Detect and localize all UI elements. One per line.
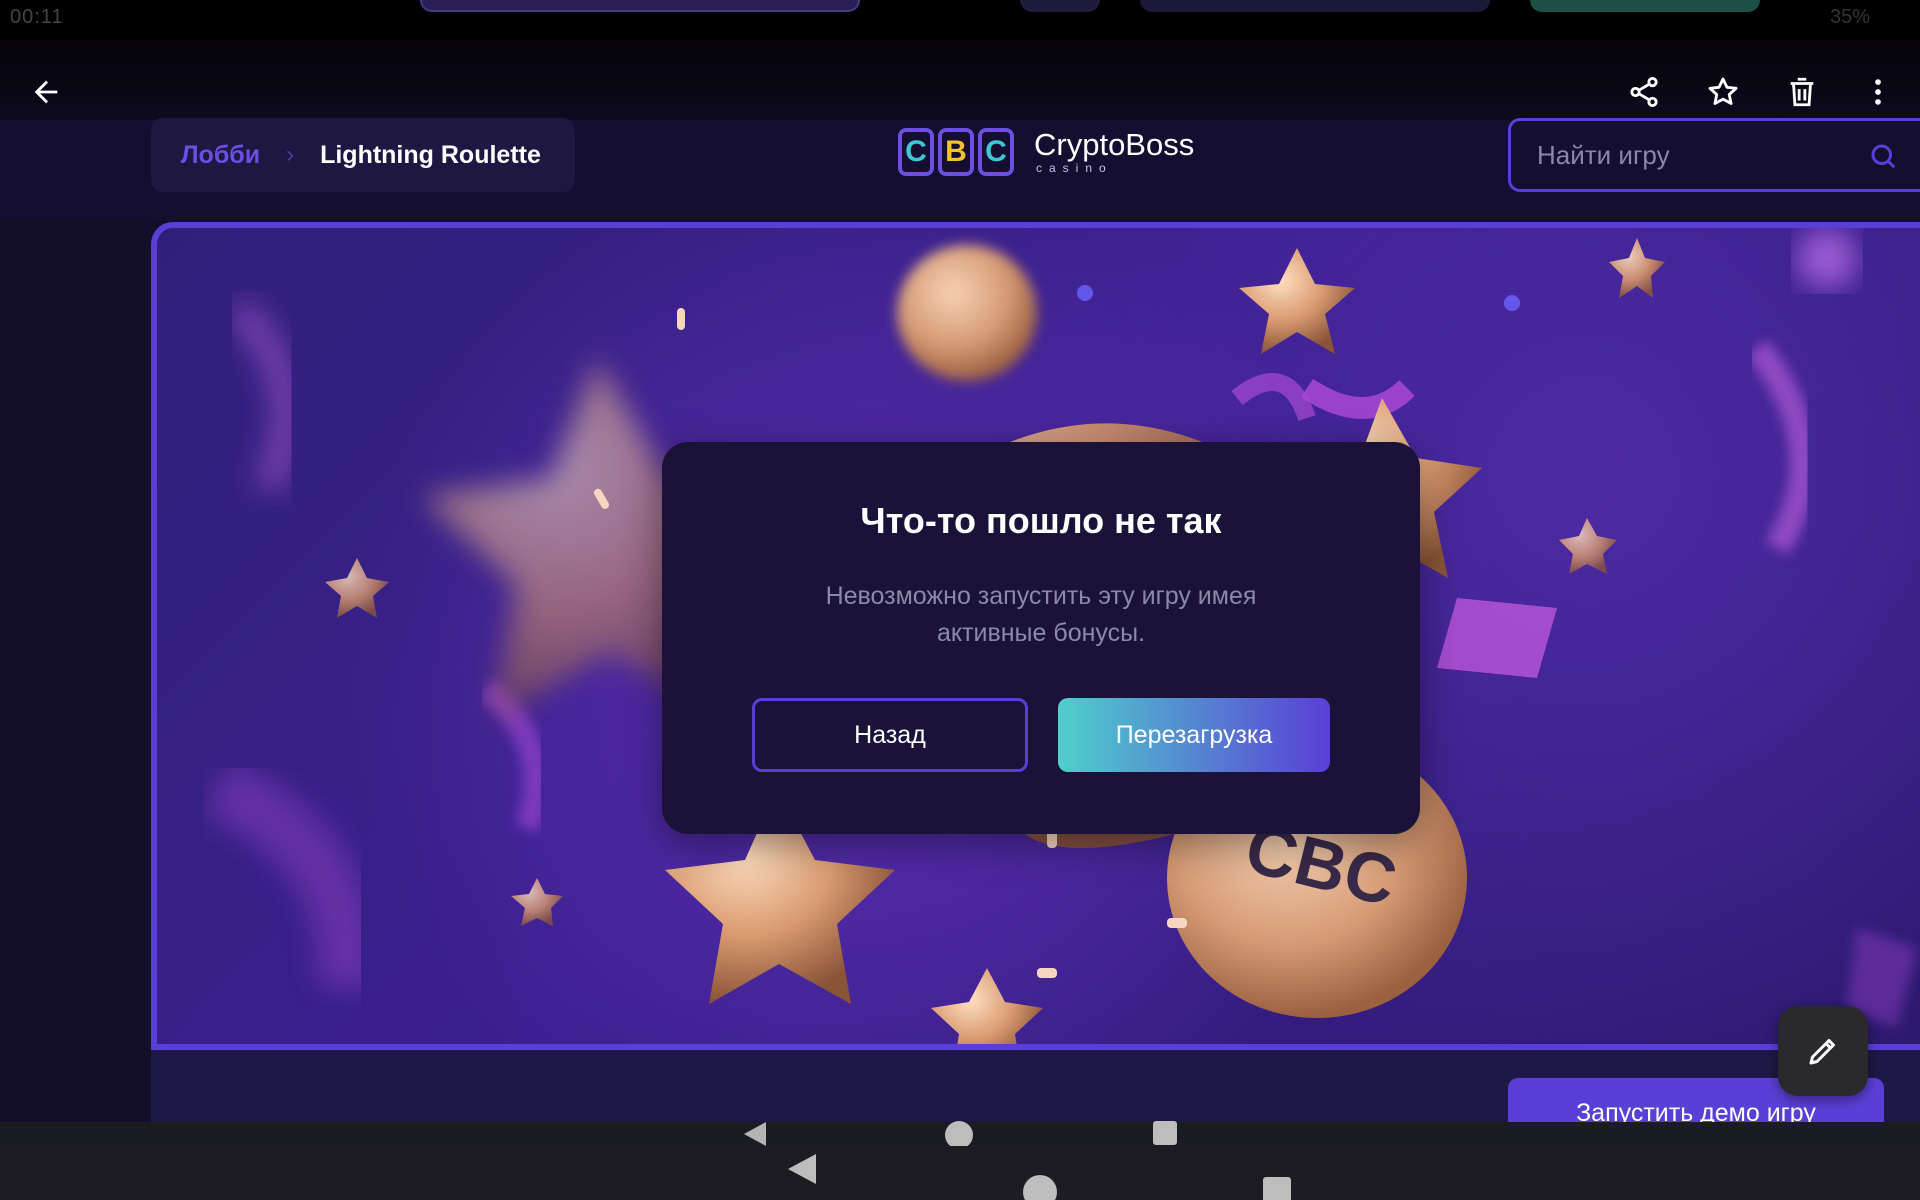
search-input[interactable] xyxy=(1537,139,1857,171)
reload-button[interactable]: Перезагрузка xyxy=(1058,698,1330,772)
breadcrumb-lobby-link[interactable]: Лобби xyxy=(181,141,260,170)
left-gutter xyxy=(0,220,151,1140)
logo-text: CryptoBoss casino xyxy=(1034,127,1195,176)
logo-chip: C xyxy=(978,128,1014,176)
nav-home-icon[interactable] xyxy=(1022,1174,1058,1200)
search-box xyxy=(1508,118,1920,192)
modal-title: Что-то пошло не так xyxy=(860,500,1222,541)
nav-back-icon[interactable] xyxy=(786,1154,818,1184)
logo-subtitle: casino xyxy=(1036,161,1113,175)
back-arrow-icon[interactable] xyxy=(16,62,76,122)
edit-fab[interactable] xyxy=(1778,1006,1868,1096)
status-battery: 35% xyxy=(1829,6,1870,28)
error-modal: Что-то пошло не так Невозможно запустить… xyxy=(662,442,1420,834)
logo-chip: C xyxy=(898,128,934,176)
nav-back-icon[interactable] xyxy=(740,1122,768,1146)
nav-recents-icon[interactable] xyxy=(1262,1176,1292,1200)
recent-app-thumbnail[interactable] xyxy=(1140,0,1490,12)
recent-app-thumbnail[interactable] xyxy=(420,0,860,12)
breadcrumb-current: Lightning Roulette xyxy=(320,140,541,169)
breadcrumb: Лобби › Lightning Roulette xyxy=(151,118,575,192)
status-time: 00:11 xyxy=(10,6,64,28)
nav-recents-icon[interactable] xyxy=(1152,1120,1178,1146)
trash-icon[interactable] xyxy=(1772,62,1832,122)
recent-app-thumbnail[interactable] xyxy=(1530,0,1760,12)
share-icon[interactable] xyxy=(1614,62,1674,122)
navigation-bar xyxy=(0,1120,1920,1149)
cryptoboss-logo[interactable]: C B C CryptoBoss casino xyxy=(898,128,1194,176)
back-button[interactable]: Назад xyxy=(752,698,1028,772)
star-icon[interactable] xyxy=(1693,62,1753,122)
navigation-bar xyxy=(0,1146,1920,1200)
breadcrumb-separator: › xyxy=(286,141,295,168)
logo-chip: B xyxy=(938,128,974,176)
more-vert-icon[interactable] xyxy=(1848,62,1908,122)
logo-name: CryptoBoss xyxy=(1034,127,1195,162)
pencil-icon xyxy=(1809,1039,1835,1065)
recent-app-thumbnail[interactable] xyxy=(1020,0,1100,12)
modal-message: Невозможно запустить эту игру имея актив… xyxy=(825,582,1257,647)
search-icon[interactable] xyxy=(1868,141,1898,176)
